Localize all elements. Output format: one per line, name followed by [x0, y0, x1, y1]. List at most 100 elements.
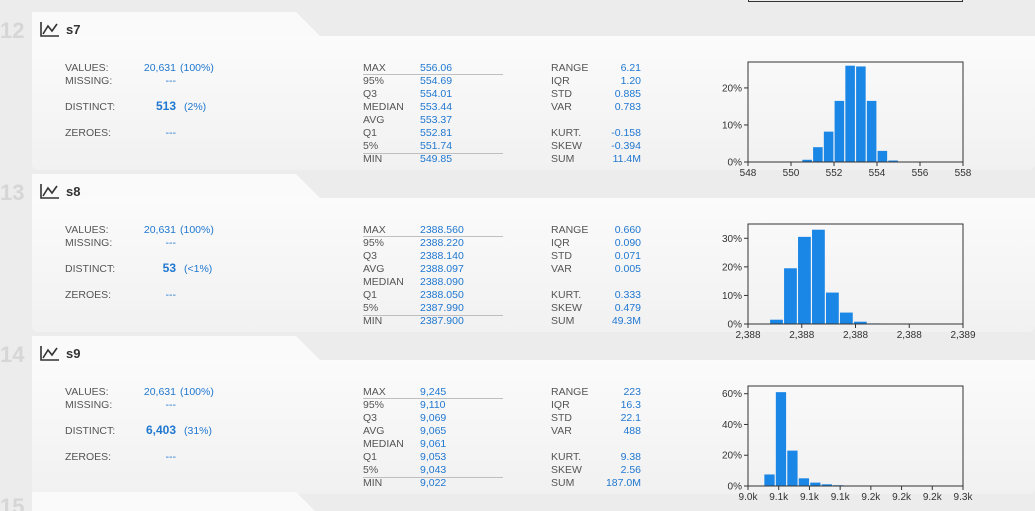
- zeroes-label: ZEROES:: [65, 289, 112, 301]
- y-tick-label: 10%: [722, 120, 742, 131]
- quantile-value: 553.37: [420, 114, 453, 126]
- quantile-value: 552.81: [420, 127, 453, 139]
- quantile-value: 553.44: [420, 101, 453, 113]
- quantile-label: Q1: [363, 127, 378, 139]
- y-tick-label: 20%: [722, 83, 742, 94]
- quantile-value: 9,043: [420, 464, 447, 476]
- distinct-percent: (2%): [184, 101, 207, 113]
- stat-value: 0.071: [614, 250, 641, 262]
- stat-label: SUM: [551, 153, 575, 165]
- stat-value: 6.21: [620, 62, 641, 74]
- stat-value: 0.333: [614, 289, 641, 301]
- quantile-value: 9,053: [420, 451, 447, 463]
- stat-value: 0.479: [614, 302, 641, 314]
- icon-line: [42, 23, 58, 35]
- missing-value: ---: [165, 399, 177, 411]
- quantile-value: 2388.140: [420, 250, 464, 262]
- quantile-label: Q3: [363, 88, 378, 100]
- stat-value: 11.4M: [612, 153, 641, 165]
- zeroes-value: ---: [165, 289, 177, 301]
- y-tick-label: 30%: [722, 234, 742, 245]
- distinct-label: DISTINCT:: [65, 425, 116, 437]
- quantile-label: AVG: [363, 114, 385, 126]
- icon-line: [42, 185, 58, 197]
- values-count: 20,631: [143, 224, 176, 236]
- quantile-label: MIN: [363, 153, 383, 165]
- column-header[interactable]: s9: [40, 345, 80, 361]
- stat-label: SKEW: [551, 302, 582, 314]
- stat-value: 2.56: [620, 464, 641, 476]
- histogram-chart: 0%10%20%30%2,388 2,388 2,388 2,388 2,389: [722, 223, 976, 341]
- column-name: s9: [66, 345, 81, 361]
- histogram-bar: [787, 450, 798, 486]
- stat-label: STD: [551, 88, 572, 100]
- column-header[interactable]: s7: [40, 21, 80, 37]
- stat-label: STD: [551, 250, 572, 262]
- histogram-frame: [747, 223, 964, 325]
- histogram-bar: [845, 65, 855, 162]
- column-index: 15: [0, 494, 25, 511]
- histogram-chart: 0%20%40%60%9.0k 9.1k 9.1k 9.1k 9.2k 9.2k 9.2k 9…: [722, 385, 973, 503]
- stat-value: 0.660: [614, 224, 641, 236]
- quantile-label: Q3: [363, 250, 378, 262]
- quantile-value: 549.85: [420, 153, 453, 165]
- quantile-value: 2388.090: [420, 276, 464, 288]
- missing-value: ---: [165, 75, 177, 87]
- values-label: VALUES:: [65, 386, 109, 398]
- histogram-chart: 0%10%20%548 550 552 554 556 558: [722, 61, 972, 179]
- column-index: 14: [0, 342, 25, 367]
- quantile-divider-bottom: [363, 477, 503, 478]
- quantile-label: MIN: [363, 315, 383, 327]
- stat-label: SKEW: [551, 140, 582, 152]
- quantile-value: 2388.220: [420, 237, 464, 249]
- quantile-divider-top: [363, 398, 503, 399]
- missing-value: ---: [165, 237, 177, 249]
- quantile-value: 2388.050: [420, 289, 464, 301]
- histogram-bar: [775, 392, 787, 486]
- stat-label: IQR: [551, 237, 570, 249]
- column-header[interactable]: s8: [40, 183, 80, 199]
- stat-label: VAR: [551, 101, 572, 113]
- values-count: 20,631: [143, 62, 176, 74]
- values-percent: (100%): [180, 386, 214, 398]
- quantile-label: 95%: [363, 75, 385, 87]
- quantile-divider-bottom: [363, 153, 503, 154]
- histogram-bar: [812, 229, 825, 324]
- stat-value: 223: [623, 386, 641, 398]
- line-chart-icon: [40, 22, 59, 37]
- histogram-bar: [877, 150, 888, 162]
- histogram-bar: [764, 474, 775, 486]
- icon-line: [42, 347, 58, 359]
- stat-label: VAR: [551, 263, 572, 275]
- quantile-label: Q1: [363, 451, 378, 463]
- histogram-bar: [826, 292, 839, 324]
- quantile-label: MEDIAN: [363, 438, 404, 450]
- column-index: 12: [0, 18, 25, 43]
- stat-label: VAR: [551, 425, 572, 437]
- stat-value: 0.783: [614, 101, 641, 113]
- line-chart-icon: [40, 184, 59, 199]
- histogram-bar: [823, 131, 834, 162]
- quantile-label: 95%: [363, 237, 385, 249]
- quantile-value: 2387.990: [420, 302, 464, 314]
- histogram-bar: [834, 100, 845, 162]
- missing-label: MISSING:: [65, 75, 113, 87]
- quantile-value: 554.01: [420, 88, 453, 100]
- histogram-bar: [798, 236, 811, 324]
- previous-histogram-frame: [748, 0, 963, 2]
- y-tick-label: 10%: [722, 291, 742, 302]
- quantile-label: Q1: [363, 289, 378, 301]
- histogram-bar: [866, 100, 877, 162]
- y-tick-label: 0%: [728, 158, 743, 169]
- stat-value: 49.3M: [611, 315, 641, 327]
- zeroes-value: ---: [165, 127, 177, 139]
- missing-label: MISSING:: [65, 237, 113, 249]
- quantile-label: AVG: [363, 263, 385, 275]
- values-percent: (100%): [180, 62, 214, 74]
- histogram-frame: [747, 61, 964, 163]
- quantile-label: 5%: [363, 140, 379, 152]
- histogram-bar: [784, 268, 797, 324]
- distinct-count: 513: [155, 99, 176, 113]
- stat-value: 1.20: [620, 75, 641, 87]
- quantile-label: 5%: [363, 464, 379, 476]
